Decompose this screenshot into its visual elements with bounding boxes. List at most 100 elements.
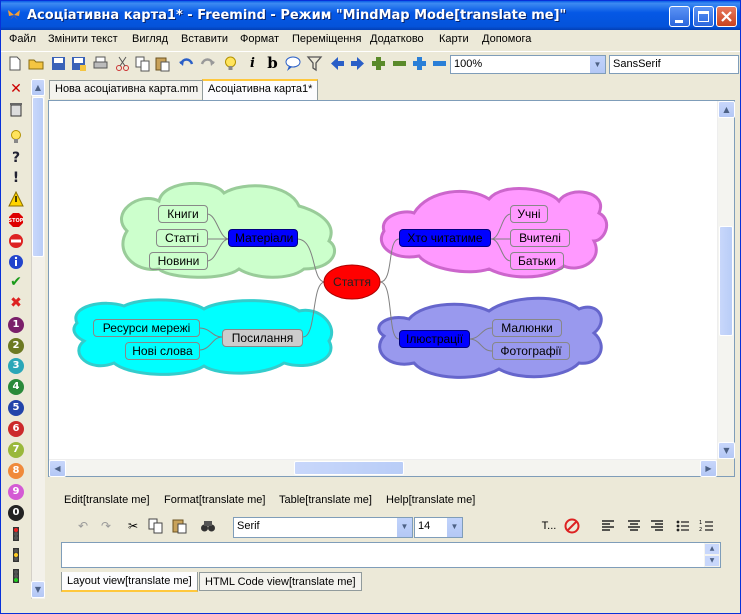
mindmap-canvas[interactable]: Стаття Матеріали Книги Статті Новини Пос… (49, 101, 717, 459)
editor-find-icon[interactable] (200, 518, 216, 534)
node-readers[interactable]: Хто читатиме (399, 229, 491, 247)
maximize-button[interactable] (693, 6, 714, 27)
trash-icon[interactable] (8, 101, 24, 117)
icon-toolbar-scrollbar[interactable]: ▲ ▼ (31, 79, 45, 599)
priority-5-icon[interactable]: 5 (8, 400, 24, 416)
note-bubble-icon[interactable] (284, 55, 301, 72)
scroll-down-icon[interactable]: ▼ (718, 442, 735, 459)
canvas-vertical-scrollbar[interactable]: ▲ ▼ (717, 101, 735, 459)
editor-font-select[interactable]: Serif ▼ (233, 517, 413, 538)
zoom-in-icon[interactable] (411, 55, 428, 72)
node-news[interactable]: Новини (149, 252, 208, 270)
no-entry-icon[interactable] (8, 233, 24, 249)
align-right-icon[interactable] (649, 518, 665, 534)
note-text-area[interactable]: ▲ ▼ (61, 542, 721, 568)
scroll-up-icon[interactable]: ▲ (718, 101, 735, 118)
menu-edit-text[interactable]: Змінити текст (48, 33, 118, 45)
priority-7-icon[interactable]: 7 (8, 442, 24, 458)
minimize-button[interactable] (669, 6, 690, 27)
traffic-light-red-icon[interactable] (8, 526, 24, 542)
save-icon[interactable] (50, 55, 67, 72)
node-books[interactable]: Книги (158, 205, 208, 223)
new-file-icon[interactable] (6, 55, 23, 72)
node-parents[interactable]: Батьки (510, 252, 564, 270)
traffic-light-green-icon[interactable] (8, 568, 24, 584)
priority-4-icon[interactable]: 4 (8, 379, 24, 395)
tab-map1[interactable]: Асоціативна карта1* (202, 79, 319, 100)
editor-size-select[interactable]: 14 ▼ (414, 517, 463, 538)
editor-clear-format-icon[interactable] (564, 518, 580, 534)
stop-icon[interactable]: STOP (8, 212, 24, 228)
open-folder-icon[interactable] (28, 55, 45, 72)
checkmark-icon[interactable]: ✔ (8, 274, 24, 290)
tab-layout-view[interactable]: Layout view[translate me] (61, 572, 198, 592)
scroll-up-icon[interactable]: ▲ (705, 544, 719, 554)
node-new-words[interactable]: Нові слова (125, 342, 200, 360)
exclamation-icon[interactable]: ! (8, 170, 24, 186)
note-scrollbar[interactable]: ▲ ▼ (704, 543, 720, 567)
editor-undo-icon[interactable]: ↶ (75, 518, 91, 534)
plus-green-icon[interactable] (370, 55, 387, 72)
mindmap-view[interactable]: Стаття Матеріали Книги Статті Новини Пос… (48, 100, 735, 477)
priority-9-icon[interactable]: 9 (8, 484, 24, 500)
node-links[interactable]: Посилання (222, 329, 303, 347)
node-students[interactable]: Учні (510, 205, 548, 223)
paste-icon[interactable] (154, 55, 171, 72)
undo-icon[interactable] (178, 55, 195, 72)
info-icon[interactable] (8, 254, 24, 270)
scroll-down-icon[interactable]: ▼ (705, 556, 719, 566)
canvas-horizontal-scrollbar[interactable]: ◀ ▶ (49, 459, 717, 477)
editor-text-style-icon[interactable]: T... (539, 518, 559, 534)
lightbulb-icon[interactable] (222, 55, 239, 72)
chevron-down-icon[interactable]: ▼ (396, 518, 412, 537)
menu-file[interactable]: Файл (9, 33, 36, 45)
zoom-out-icon[interactable] (431, 55, 448, 72)
remove-icon-icon[interactable]: ✕ (8, 81, 24, 97)
scroll-down-icon[interactable]: ▼ (31, 581, 45, 598)
priority-8-icon[interactable]: 8 (8, 463, 24, 479)
node-teachers[interactable]: Вчителі (510, 229, 570, 247)
center-node[interactable]: Стаття (326, 274, 378, 290)
menu-help[interactable]: Допомога (482, 33, 531, 45)
node-drawings[interactable]: Малюнки (492, 319, 562, 337)
align-center-icon[interactable] (626, 518, 642, 534)
print-icon[interactable] (92, 55, 109, 72)
editor-copy-icon[interactable] (148, 518, 164, 534)
copy-icon[interactable] (134, 55, 151, 72)
editor-menu-table[interactable]: Table[translate me] (279, 494, 372, 506)
scroll-left-icon[interactable]: ◀ (49, 460, 66, 477)
align-left-icon[interactable] (600, 518, 616, 534)
menu-maps[interactable]: Карти (439, 33, 469, 45)
menu-navigate[interactable]: Переміщення (292, 33, 361, 45)
node-photos[interactable]: Фотографії (492, 342, 570, 360)
editor-cut-icon[interactable]: ✂ (125, 518, 141, 534)
scroll-up-icon[interactable]: ▲ (31, 79, 45, 96)
tab-new-map[interactable]: Нова асоціативна карта.mm (49, 80, 205, 99)
horizontal-scroll-thumb[interactable] (294, 461, 404, 475)
scroll-thumb[interactable] (32, 97, 44, 257)
arrow-left-icon[interactable] (329, 55, 346, 72)
question-icon[interactable]: ? (8, 150, 24, 166)
node-illustrations[interactable]: Ілюстрації (399, 330, 470, 348)
editor-menu-edit[interactable]: Edit[translate me] (64, 494, 150, 506)
priority-6-icon[interactable]: 6 (8, 421, 24, 437)
numbered-list-icon[interactable]: 12 (699, 518, 715, 534)
font-select[interactable]: SansSerif (609, 55, 739, 74)
filter-icon[interactable] (306, 55, 323, 72)
idea-icon[interactable] (8, 129, 24, 145)
editor-redo-icon[interactable]: ↷ (98, 518, 114, 534)
chevron-down-icon[interactable]: ▼ (446, 518, 462, 537)
editor-menu-format[interactable]: Format[translate me] (164, 494, 265, 506)
scroll-right-icon[interactable]: ▶ (700, 460, 717, 477)
cut-icon[interactable] (114, 55, 131, 72)
node-articles[interactable]: Статті (156, 229, 208, 247)
save-as-icon[interactable] (70, 55, 87, 72)
priority-1-icon[interactable]: 1 (8, 317, 24, 333)
chevron-down-icon[interactable]: ▼ (589, 56, 605, 73)
node-web-resources[interactable]: Ресурси мережі (93, 319, 200, 337)
editor-menu-help[interactable]: Help[translate me] (386, 494, 475, 506)
bullet-list-icon[interactable] (675, 518, 691, 534)
bold-icon[interactable]: b (264, 55, 281, 72)
priority-2-icon[interactable]: 2 (8, 338, 24, 354)
priority-3-icon[interactable]: 3 (8, 358, 24, 374)
